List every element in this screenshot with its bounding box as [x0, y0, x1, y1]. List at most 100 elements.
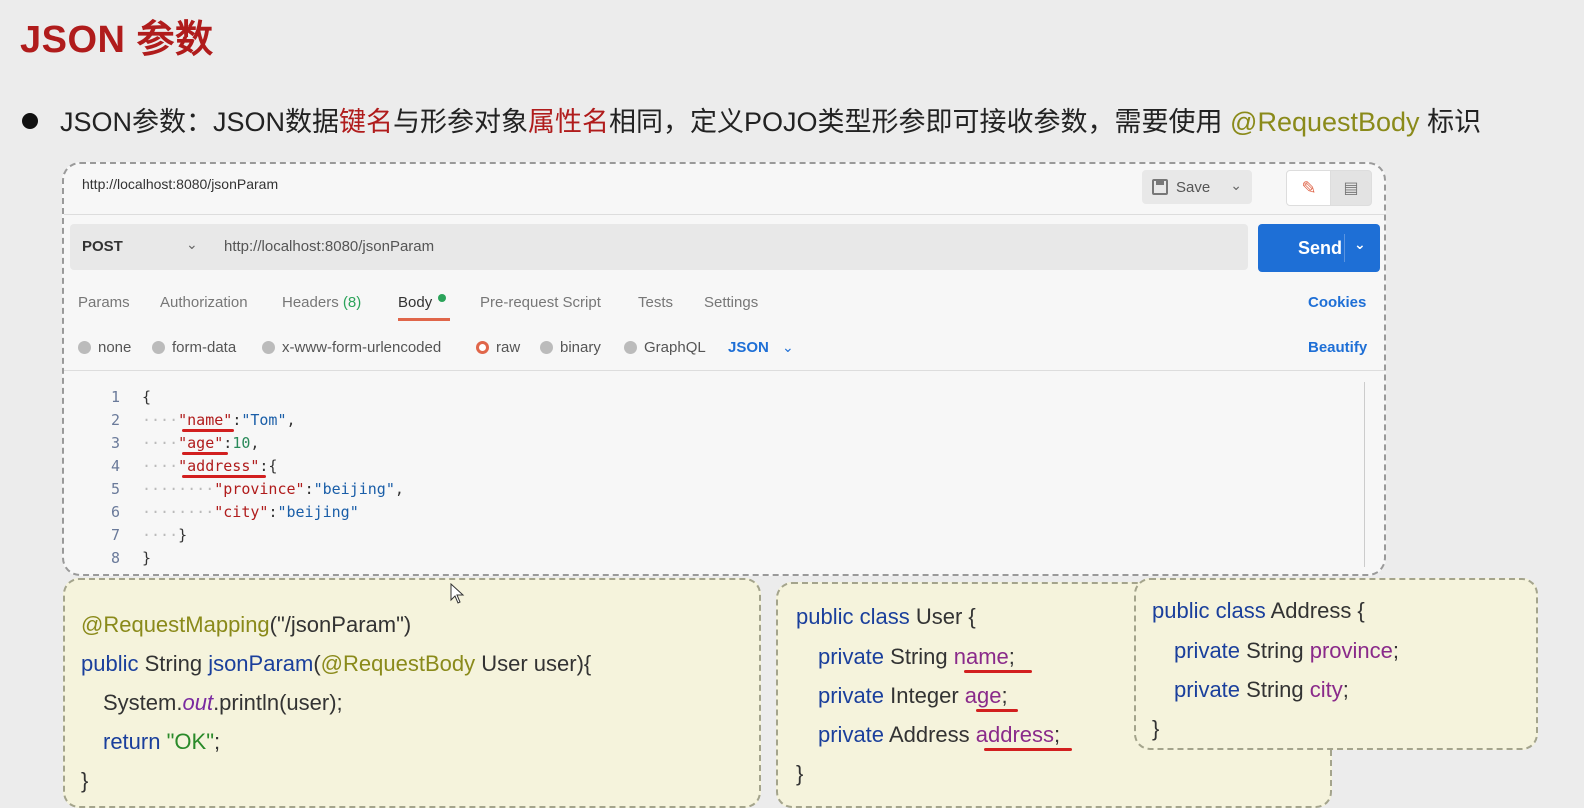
editor-scrollbar[interactable]	[1364, 382, 1365, 567]
save-button[interactable]: Save ⌄	[1142, 170, 1252, 204]
highlight-underline	[182, 452, 228, 455]
property-name: age	[964, 683, 1002, 708]
code-line: private Integer age;	[818, 683, 1008, 709]
json-value: "beijing"	[313, 480, 395, 498]
divider	[64, 214, 1384, 215]
json-value: "beijing"	[277, 503, 359, 521]
send-label: Send	[1298, 237, 1343, 258]
code-line: public String jsonParam(@RequestBody Use…	[81, 651, 591, 677]
tab-authorization[interactable]: Authorization	[160, 294, 248, 311]
body-type-label: form-data	[172, 339, 237, 356]
tab-body[interactable]: Body	[398, 294, 447, 311]
tab-body-label: Body	[398, 294, 433, 311]
edit-pencil-icon[interactable]: ✎	[1286, 170, 1332, 206]
chevron-down-icon[interactable]: ⌄	[186, 236, 198, 253]
code-line: private Address address;	[818, 722, 1060, 748]
chevron-down-icon[interactable]: ⌄	[782, 339, 794, 356]
line-number: 6	[110, 503, 120, 521]
body-type-label: none	[98, 339, 132, 356]
static-field: out	[182, 690, 214, 715]
divider	[64, 370, 1384, 371]
send-button[interactable]: Send ⌄	[1258, 224, 1380, 272]
headers-count: (8)	[342, 294, 362, 311]
body-type-label: GraphQL	[644, 339, 706, 356]
property-name: address	[975, 722, 1055, 747]
keyword: private	[818, 683, 885, 708]
keyword: private	[818, 644, 885, 669]
bullet-highlight-property-name: 属性名	[528, 107, 610, 137]
code-token: }	[1152, 716, 1160, 741]
radio-icon	[152, 341, 165, 354]
bullet-part: 相同，定义POJO类型形参即可接收参数，需要使用	[609, 107, 1231, 137]
url-input[interactable]: http://localhost:8080/jsonParam	[224, 238, 434, 255]
code-line: public class User {	[796, 604, 976, 630]
json-body-editor[interactable]: 1 2 3 4 5 6 7 8 { ····"name":"Tom", ····…	[64, 378, 1364, 568]
active-tab-underline	[398, 318, 450, 321]
bullet-part: 与形参对象	[393, 107, 529, 137]
code-token: ;	[1392, 638, 1400, 663]
code-token: }	[142, 549, 152, 567]
body-type-raw[interactable]: raw	[476, 339, 520, 356]
chevron-down-icon[interactable]: ⌄	[1354, 236, 1366, 253]
code-token: System.	[103, 690, 183, 715]
body-type-form-data[interactable]: form-data	[152, 339, 236, 356]
documentation-icon[interactable]: ▤	[1330, 170, 1372, 206]
property-name: province	[1309, 638, 1393, 663]
code-token: String	[1240, 638, 1310, 663]
line-number: 7	[110, 526, 120, 544]
body-type-none[interactable]: none	[78, 339, 131, 356]
save-label: Save	[1176, 178, 1211, 196]
body-type-urlencoded[interactable]: x-www-form-urlencoded	[262, 339, 441, 356]
code-token: ;	[214, 729, 221, 754]
tab-params[interactable]: Params	[78, 294, 130, 311]
code-line: ····"address":{	[142, 457, 278, 475]
code-token: ;	[1342, 677, 1349, 702]
beautify-link[interactable]: Beautify	[1308, 339, 1367, 356]
bullet-highlight-key-name: 键名	[339, 107, 394, 137]
code-token: String	[138, 651, 209, 676]
code-line: }	[796, 761, 803, 787]
code-line: System.out.println(user);	[103, 690, 343, 716]
tab-tests[interactable]: Tests	[638, 294, 673, 311]
keyword: public class	[796, 604, 910, 629]
code-token: Address	[884, 722, 976, 747]
body-type-label: raw	[496, 339, 521, 356]
code-line: public class Address {	[1152, 598, 1365, 624]
property-name: name	[953, 644, 1009, 669]
request-tab-url[interactable]: http://localhost:8080/jsonParam	[82, 176, 278, 192]
keyword: public	[81, 651, 139, 676]
chevron-down-icon[interactable]: ⌄	[1230, 177, 1242, 194]
tab-headers[interactable]: Headers (8)	[282, 294, 361, 311]
code-line: ····"name":"Tom",	[142, 411, 296, 429]
radio-icon	[624, 341, 637, 354]
json-key-address: "address"	[178, 457, 260, 475]
line-number: 2	[110, 411, 120, 429]
keyword: return	[103, 729, 161, 754]
json-key-name: "name"	[178, 411, 233, 429]
address-class-card: public class Address { private String pr…	[1134, 578, 1538, 750]
body-type-binary[interactable]: binary	[540, 339, 601, 356]
method-select[interactable]: POST	[82, 238, 123, 255]
raw-format-select[interactable]: JSON	[728, 339, 769, 356]
json-value: 10	[232, 434, 251, 452]
tab-pre-request-script[interactable]: Pre-request Script	[480, 294, 601, 311]
code-token: (	[313, 651, 321, 676]
annotation: @RequestBody	[320, 651, 476, 676]
body-type-graphql[interactable]: GraphQL	[624, 339, 706, 356]
postman-request-panel: http://localhost:8080/jsonParam Save ⌄ ✎…	[62, 162, 1386, 576]
bullet-highlight-annotation: @RequestBody	[1230, 107, 1420, 137]
code-line: ········"city":"beijing"	[142, 503, 359, 521]
controller-code-card: @RequestMapping("/jsonParam") public Str…	[63, 578, 761, 808]
code-line: }	[142, 549, 151, 567]
code-line: ····}	[142, 526, 188, 544]
code-line: ····"age":10,	[142, 434, 260, 452]
body-indicator-dot	[438, 294, 447, 302]
code-token: String	[884, 644, 954, 669]
tab-headers-label: Headers	[282, 294, 339, 311]
tab-settings[interactable]: Settings	[704, 294, 758, 311]
code-line: {	[142, 388, 151, 406]
body-type-label: x-www-form-urlencoded	[282, 339, 442, 356]
cookies-link[interactable]: Cookies	[1308, 294, 1366, 311]
code-token: .println(user);	[213, 690, 343, 715]
highlight-underline	[964, 670, 1032, 673]
